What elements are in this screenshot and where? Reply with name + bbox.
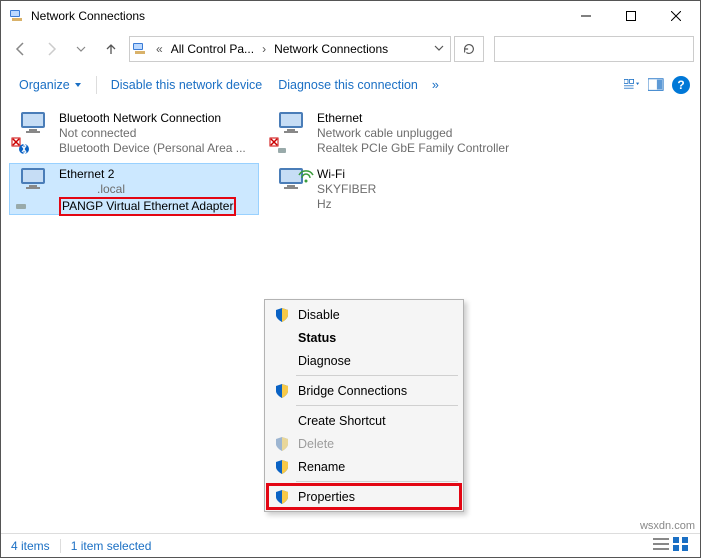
highlighted-device-label: PANGP Virtual Ethernet Adapter [59, 197, 236, 216]
refresh-button[interactable] [454, 36, 484, 62]
ctx-rename[interactable]: Rename [268, 455, 460, 478]
address-dropdown-icon[interactable] [430, 42, 448, 56]
maximize-button[interactable] [608, 2, 653, 30]
title-bar: Network Connections [1, 1, 700, 31]
connection-device: Realtek PCIe GbE Family Controller [317, 141, 515, 156]
connection-item[interactable]: Wi-Fi SKYFIBER Hz [267, 163, 517, 215]
breadcrumb-separator-icon: › [258, 42, 270, 56]
selected-count: 1 item selected [71, 539, 152, 553]
shield-icon [274, 307, 290, 323]
breadcrumb-parent[interactable]: All Control Pa... [171, 42, 254, 56]
tiles-view-icon[interactable] [672, 536, 690, 555]
item-count: 4 items [11, 539, 50, 553]
diagnose-button[interactable]: Diagnose this connection [270, 74, 426, 96]
address-bar-row: « All Control Pa... › Network Connection… [1, 31, 700, 67]
minimize-button[interactable] [563, 2, 608, 30]
ctx-diagnose[interactable]: Diagnose [268, 349, 460, 372]
connection-item[interactable]: Ethernet Network cable unplugged Realtek… [267, 107, 517, 159]
recent-dropdown[interactable] [67, 35, 95, 63]
status-bar: 4 items 1 item selected [1, 533, 700, 557]
address-bar[interactable]: « All Control Pa... › Network Connection… [129, 36, 451, 62]
search-input[interactable] [494, 36, 694, 62]
connection-status: Not connected [59, 126, 257, 141]
connection-status: Network cable unplugged [317, 126, 515, 141]
connection-item[interactable]: Bluetooth Network Connection Not connect… [9, 107, 259, 159]
connection-name: Wi-Fi [317, 167, 515, 182]
disable-device-button[interactable]: Disable this network device [103, 74, 270, 96]
adapter-icon [269, 165, 317, 211]
adapter-icon [11, 165, 59, 211]
forward-button[interactable] [37, 35, 65, 63]
back-button[interactable] [7, 35, 35, 63]
context-menu: Disable Status Diagnose Bridge Connectio… [264, 299, 464, 512]
ctx-create-shortcut[interactable]: Create Shortcut [268, 409, 460, 432]
ctx-properties[interactable]: Properties [268, 485, 460, 508]
location-icon [132, 41, 148, 57]
help-icon[interactable]: ? [672, 76, 690, 94]
ctx-bridge[interactable]: Bridge Connections [268, 379, 460, 402]
connection-name: Ethernet [317, 111, 515, 126]
overflow-button[interactable]: » [426, 78, 445, 92]
shield-icon [274, 489, 290, 505]
connection-status: SKYFIBER [317, 182, 515, 197]
adapter-icon [11, 109, 59, 155]
connection-item-selected[interactable]: Ethernet 2 .local PANGP Virtual Ethernet… [9, 163, 259, 215]
content-area: Bluetooth Network Connection Not connect… [1, 103, 700, 533]
connection-name: Bluetooth Network Connection [59, 111, 257, 126]
ctx-status[interactable]: Status [268, 326, 460, 349]
connection-device: Hz [317, 197, 515, 212]
watermark: wsxdn.com [640, 520, 695, 532]
up-button[interactable] [97, 35, 125, 63]
organize-button[interactable]: Organize [11, 74, 90, 96]
adapter-icon [269, 109, 317, 155]
ctx-disable[interactable]: Disable [268, 303, 460, 326]
window-title: Network Connections [31, 9, 563, 23]
shield-icon [274, 459, 290, 475]
view-large-icon[interactable] [624, 77, 640, 93]
connection-device: Bluetooth Device (Personal Area ... [59, 141, 257, 156]
shield-icon [274, 436, 290, 452]
close-button[interactable] [653, 2, 698, 30]
app-icon [9, 8, 25, 24]
shield-icon [274, 383, 290, 399]
breadcrumb-current[interactable]: Network Connections [274, 42, 388, 56]
details-view-icon[interactable] [652, 536, 670, 555]
preview-pane-icon[interactable] [648, 77, 664, 93]
connection-status: .local [59, 182, 257, 197]
connection-name: Ethernet 2 [59, 167, 257, 182]
ctx-delete: Delete [268, 432, 460, 455]
command-bar: Organize Disable this network device Dia… [1, 67, 700, 103]
